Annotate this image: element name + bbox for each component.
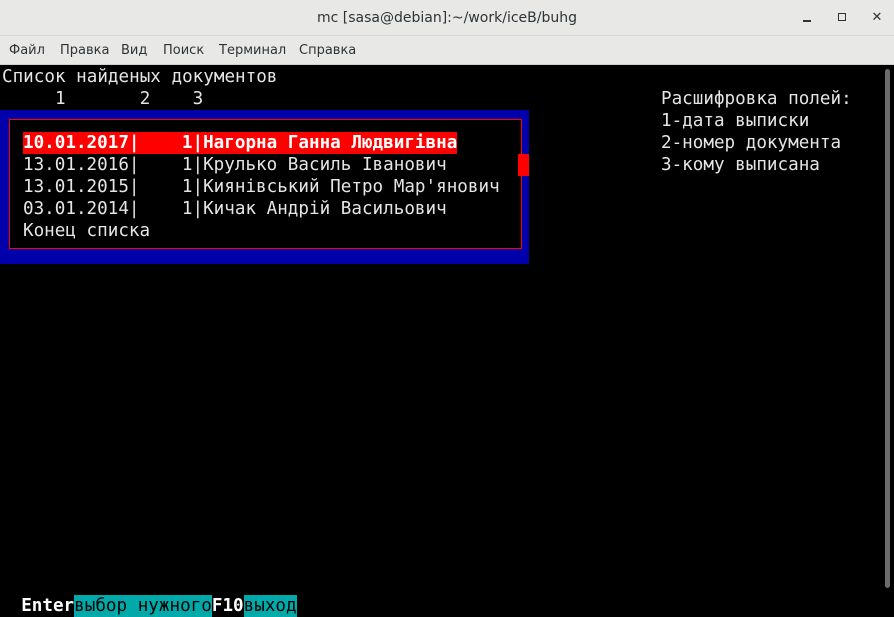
list-item[interactable]: 13.01.2015| 1|Киянівський Петро Мар'янов… xyxy=(23,176,500,198)
minimize-button[interactable] xyxy=(799,10,815,26)
menu-edit[interactable]: Правка xyxy=(60,36,109,65)
legend-item: 1-дата выписки xyxy=(661,111,810,131)
maximize-icon xyxy=(838,13,846,21)
menu-bar: Файл Правка Вид Поиск Терминал Справка xyxy=(0,36,894,65)
menu-help[interactable]: Справка xyxy=(299,36,356,65)
maximize-button[interactable] xyxy=(835,10,851,26)
minimize-icon xyxy=(803,20,811,22)
window-titlebar: mc [sasa@debian]:~/work/iceB/buhg ✕ xyxy=(0,0,894,36)
column-numbers: 1 2 3 xyxy=(2,89,204,109)
function-key-bar: Enterвыбор нужногоF10выход xyxy=(0,573,297,617)
menu-terminal[interactable]: Терминал xyxy=(219,36,286,65)
scrollbar-thumb[interactable] xyxy=(885,69,890,588)
list-scroll-marker xyxy=(518,154,529,176)
enter-key[interactable]: Enter xyxy=(21,595,75,617)
list-item[interactable]: 03.01.2014| 1|Кичак Андрій Васильович xyxy=(23,198,447,220)
legend-item: 3-кому выписана xyxy=(661,155,820,175)
close-icon: ✕ xyxy=(871,10,883,25)
menu-file[interactable]: Файл xyxy=(9,36,45,65)
list-item-selected[interactable]: 10.01.2017| 1|Нагорна Ганна Людвигівна xyxy=(23,132,458,154)
enter-key-label[interactable]: выбор нужного xyxy=(74,595,212,617)
f10-key-label[interactable]: выход xyxy=(243,595,297,617)
window-title: mc [sasa@debian]:~/work/iceB/buhg xyxy=(317,10,577,26)
legend-item: 2-номер документа xyxy=(661,133,842,153)
terminal-scrollbar[interactable] xyxy=(880,65,894,595)
menu-search[interactable]: Поиск xyxy=(163,36,204,65)
list-end: Конец списка xyxy=(23,221,151,241)
menu-view[interactable]: Вид xyxy=(121,36,147,65)
page-title: Список найденых документов xyxy=(2,67,278,87)
f10-key[interactable]: F10 xyxy=(211,595,244,617)
close-button[interactable]: ✕ xyxy=(869,10,885,26)
list-item[interactable]: 13.01.2016| 1|Крулько Василь Іванович xyxy=(23,154,447,176)
legend-title: Расшифровка полей: xyxy=(661,89,852,109)
